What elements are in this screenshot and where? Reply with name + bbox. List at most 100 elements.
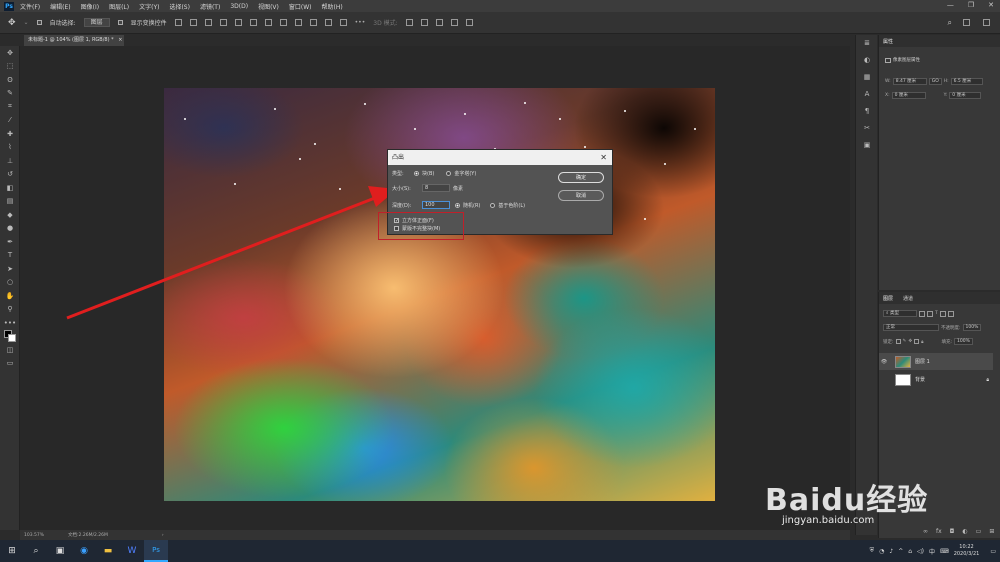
layer-filter-dropdown[interactable]: ⌕ 类型: [883, 310, 917, 317]
layer-name: 图层 1: [915, 359, 930, 365]
opacity-field[interactable]: 100%: [962, 324, 982, 331]
h-label: H:: [943, 79, 949, 84]
layer-thumbnail: [895, 355, 911, 368]
clock-time: 10:22: [959, 544, 974, 550]
depth-level-radio[interactable]: [490, 202, 496, 208]
collapsed-panel-strip: ≣ ◐ ▦ A ¶ ✂ ▣: [855, 35, 877, 535]
y-label: Y:: [943, 93, 948, 98]
status-bar: 103.57% 文档:2.26M/2.26M ›: [20, 530, 850, 540]
filter-smart-icon[interactable]: [947, 310, 954, 317]
blend-mode-dropdown[interactable]: 正常: [883, 324, 939, 331]
layer-lock-icon: 🔒︎: [986, 376, 989, 383]
y-field[interactable]: 0 厘米: [949, 92, 982, 99]
layers-tabs: 图层 通道: [879, 292, 1000, 304]
libraries-panel-icon[interactable]: ▣: [856, 137, 878, 154]
link-layers-icon[interactable]: ∞: [923, 528, 928, 535]
character-panel-icon[interactable]: ¶: [856, 103, 878, 120]
tab-properties[interactable]: 属性: [883, 38, 893, 45]
tools-preset-icon[interactable]: ✂: [856, 120, 878, 137]
tray-app-icon[interactable]: ◔: [879, 548, 884, 555]
security-icon[interactable]: ⛨: [870, 547, 875, 555]
photoshop-taskbar-icon[interactable]: Ps: [144, 540, 168, 562]
lock-transparent-icon[interactable]: [895, 339, 901, 344]
clock[interactable]: 10:22 2020/3/21: [954, 544, 980, 558]
fill-label: 填充:: [941, 339, 953, 345]
dialog-title: 凸出: [392, 154, 405, 161]
cancel-button[interactable]: 取消: [558, 190, 604, 201]
task-view-icon[interactable]: ▣: [48, 540, 72, 562]
properties-tabs: 属性: [879, 35, 1000, 47]
layer-row[interactable]: 👁︎ 图层 1: [879, 353, 993, 370]
depth-input[interactable]: 100: [422, 201, 450, 209]
browser-icon[interactable]: ◉: [72, 540, 96, 562]
close-icon[interactable]: ✕: [600, 150, 607, 165]
add-mask-icon[interactable]: ◘: [950, 528, 955, 535]
type-block-radio[interactable]: [414, 171, 419, 176]
file-explorer-icon[interactable]: ▬: [96, 540, 120, 562]
visibility-eye-icon[interactable]: 👁︎: [879, 359, 889, 365]
size-unit: 像素: [453, 185, 464, 192]
height-field[interactable]: 6.5 厘米: [950, 78, 983, 85]
type-block-label: 块(B): [422, 171, 435, 177]
properties-title: 像素图层属性: [893, 58, 920, 63]
filter-shape-icon[interactable]: [939, 310, 946, 317]
tab-layers[interactable]: 图层: [883, 295, 893, 302]
properties-title-row: 像素图层属性: [885, 57, 920, 63]
lock-artboard-icon[interactable]: [914, 339, 920, 344]
x-field[interactable]: 0 厘米: [891, 92, 926, 99]
properties-size-row: W: 8.47 厘米 GO H: 6.5 厘米: [885, 78, 983, 85]
swatches-panel-icon[interactable]: ▦: [856, 69, 878, 86]
volume-icon[interactable]: ◁): [917, 548, 924, 555]
system-tray: ⛨ ◔ ♪ ^ ⌂ ◁) 中 ⌨ 10:22 2020/3/21 ▭: [870, 540, 996, 562]
layer-thumbnail: [895, 373, 911, 386]
fill-field[interactable]: 100%: [954, 338, 973, 345]
type-pyramid-label: 金字塔(Y): [454, 171, 477, 177]
new-group-icon[interactable]: ▭: [976, 528, 982, 535]
adjust-panel-icon[interactable]: ◐: [856, 52, 878, 69]
status-menu-chevron-icon[interactable]: ›: [162, 533, 164, 538]
ime-indicator[interactable]: 中: [929, 547, 935, 556]
adjustment-layer-icon[interactable]: ◐: [962, 528, 967, 535]
width-field[interactable]: 8.47 厘米: [892, 78, 927, 85]
notification-icon[interactable]: ▭: [990, 548, 996, 555]
filter-type-icon[interactable]: T: [935, 311, 938, 316]
paragraph-panel-icon[interactable]: A: [856, 86, 878, 103]
layer-style-icon[interactable]: fx: [936, 528, 942, 535]
depth-row: 深度(D): 100 随机(R) 基于色阶(L): [392, 201, 525, 209]
depth-label: 深度(D):: [392, 202, 412, 209]
zoom-level[interactable]: 103.57%: [24, 533, 44, 538]
network-icon[interactable]: ⌂: [908, 548, 912, 555]
lock-all-icon[interactable]: 🔒︎: [921, 339, 923, 345]
word-app-icon[interactable]: W: [120, 540, 144, 562]
lock-row: 锁定: ✎ ✥ 🔒︎ 填充: 100%: [883, 338, 973, 345]
keyboard-icon[interactable]: ⌨: [940, 548, 949, 555]
blend-row: 正常 不透明度: 100%: [883, 324, 982, 331]
filter-adjust-icon[interactable]: [927, 310, 933, 317]
lock-label: 锁定:: [883, 339, 894, 345]
size-input[interactable]: 8: [422, 184, 450, 192]
x-label: X:: [885, 93, 890, 98]
type-row: 类型: 块(B) 金字塔(Y): [392, 170, 476, 177]
type-pyramid-radio[interactable]: [446, 171, 452, 176]
microphone-icon[interactable]: ♪: [889, 548, 893, 555]
layers-footer: ∞ fx ◘ ◐ ▭ ⊞ 🗑︎: [923, 528, 1000, 535]
link-constrain-button[interactable]: GO: [928, 78, 942, 85]
tab-channels[interactable]: 通道: [903, 295, 913, 302]
windows-start-icon[interactable]: ⊞: [0, 540, 24, 562]
w-label: W:: [885, 79, 891, 84]
search-icon[interactable]: ⌕: [24, 540, 48, 562]
history-panel-icon[interactable]: ≣: [856, 35, 878, 52]
lock-move-icon[interactable]: ✥: [908, 339, 912, 344]
layer-filter-row: ⌕ 类型 T: [883, 310, 954, 317]
depth-random-label: 随机(R): [463, 202, 481, 209]
checkbox-highlight-box: [378, 212, 464, 240]
new-layer-icon[interactable]: ⊞: [989, 528, 994, 535]
lock-paint-icon[interactable]: ✎: [903, 339, 907, 344]
ok-button[interactable]: 确定: [558, 172, 604, 183]
tray-chevron-icon[interactable]: ^: [898, 548, 903, 555]
depth-random-radio[interactable]: [455, 202, 460, 208]
filter-pixel-icon[interactable]: [919, 310, 925, 317]
document-size: 文档:2.26M/2.26M: [68, 533, 108, 538]
layer-row[interactable]: 背景 🔒︎: [879, 371, 993, 388]
size-row: 大小(S): 8 像素: [392, 184, 463, 192]
